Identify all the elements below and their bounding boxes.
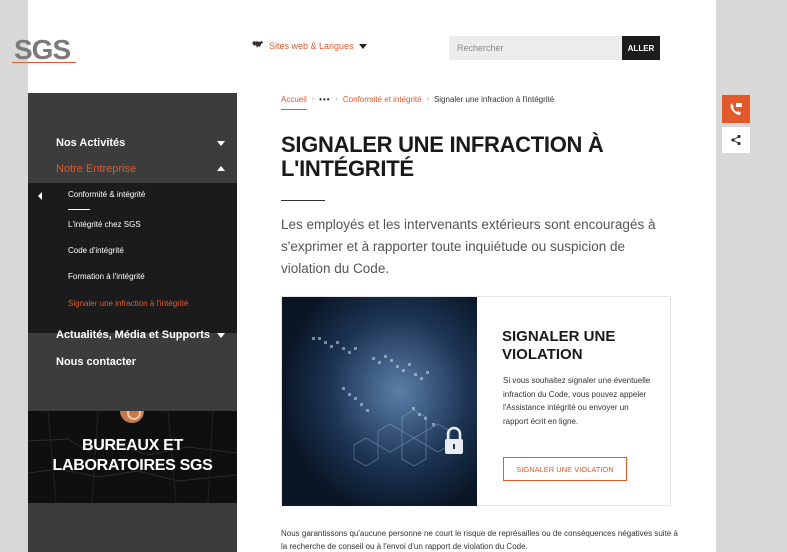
card-description: Si vous souhaitez signaler une éventuell… <box>503 376 651 426</box>
share-icon <box>731 134 741 146</box>
intro-paragraph: Les employés et les intervenants extérie… <box>281 217 656 276</box>
card-title: SIGNALER UNE VIOLATION <box>502 328 616 363</box>
sidebar-item-actualites[interactable]: Actualités, Média et Supports <box>28 321 237 349</box>
sidebar-nav: Nos Activités Notre Entreprise Conformit… <box>28 93 237 552</box>
subnav-item-integrite-chez-sgs[interactable]: L'intégrité chez SGS <box>68 220 141 229</box>
chevron-down-icon <box>217 141 225 146</box>
phone-icon <box>730 103 742 115</box>
subnav-active-underline <box>68 209 90 210</box>
breadcrumb: Accueil › ••• › Conformité et intégrité … <box>281 95 554 104</box>
search-input[interactable] <box>449 36 623 60</box>
footer-paragraph: Nous garantissons qu'aucune personne ne … <box>281 529 678 551</box>
banner-title-line2: LABORATOIRES SGS <box>52 457 213 474</box>
subnav-item-conformite[interactable]: Conformité & intégrité <box>68 190 145 199</box>
sites-languages-label: Sites web & Langues <box>269 41 354 51</box>
breadcrumb-parent[interactable]: Conformité et intégrité <box>343 95 422 104</box>
subnav-item-signaler[interactable]: Signaler une infraction à l'intégrité <box>68 299 188 308</box>
contact-phone-button[interactable] <box>722 95 750 123</box>
search-box <box>449 36 623 60</box>
sidebar-item-nos-activites[interactable]: Nos Activités <box>28 129 237 157</box>
subnav-item-code-integrite[interactable]: Code d'intégrité <box>68 246 124 255</box>
breadcrumb-current: Signaler une infraction à l'intégrité <box>433 95 555 104</box>
offices-labs-banner[interactable]: BUREAUX ET LABORATOIRES SGS <box>28 411 237 503</box>
subnav-item-formation[interactable]: Formation à l'intégrité <box>68 272 145 281</box>
sidebar-item-label: Nous contacter <box>56 356 137 368</box>
sidebar-item-label: Notre Entreprise <box>56 163 137 175</box>
breadcrumb-ellipsis[interactable]: ••• <box>319 95 330 104</box>
chevron-left-icon[interactable] <box>38 192 42 200</box>
breadcrumb-separator-icon: › <box>311 96 315 103</box>
report-violation-card: SIGNALER UNE VIOLATION Si vous souhaitez… <box>281 296 671 506</box>
title-divider <box>281 200 325 201</box>
sidebar-subnav: Conformité & intégrité L'intégrité chez … <box>28 183 237 333</box>
sites-languages-dropdown[interactable]: Sites web & Langues <box>251 40 367 52</box>
chevron-down-icon <box>358 43 367 49</box>
sidebar-item-notre-entreprise[interactable]: Notre Entreprise <box>28 155 237 183</box>
breadcrumb-home[interactable]: Accueil <box>281 95 307 104</box>
digital-world-map-image <box>282 297 477 506</box>
sidebar-item-nous-contacter[interactable]: Nous contacter <box>28 348 237 376</box>
sidebar-item-label: Nos Activités <box>56 137 126 149</box>
sidebar-item-label: Actualités, Média et Supports <box>56 329 211 341</box>
breadcrumb-separator-icon: › <box>335 96 338 103</box>
breadcrumb-separator-icon: › <box>426 96 429 103</box>
search-submit-button[interactable]: ALLER <box>622 36 660 60</box>
share-button[interactable] <box>722 127 750 153</box>
breadcrumb-underline <box>281 109 307 110</box>
chevron-up-icon <box>217 166 225 171</box>
world-map-icon <box>251 40 264 52</box>
logo-underline <box>12 62 76 63</box>
chevron-down-icon <box>217 333 225 338</box>
banner-title-line1: BUREAUX ET <box>81 437 183 454</box>
page-title: SIGNALER UNE INFRACTION À L'INTÉGRITÉ <box>281 132 604 181</box>
report-violation-button[interactable]: SIGNALER UNE VIOLATION <box>503 457 627 481</box>
